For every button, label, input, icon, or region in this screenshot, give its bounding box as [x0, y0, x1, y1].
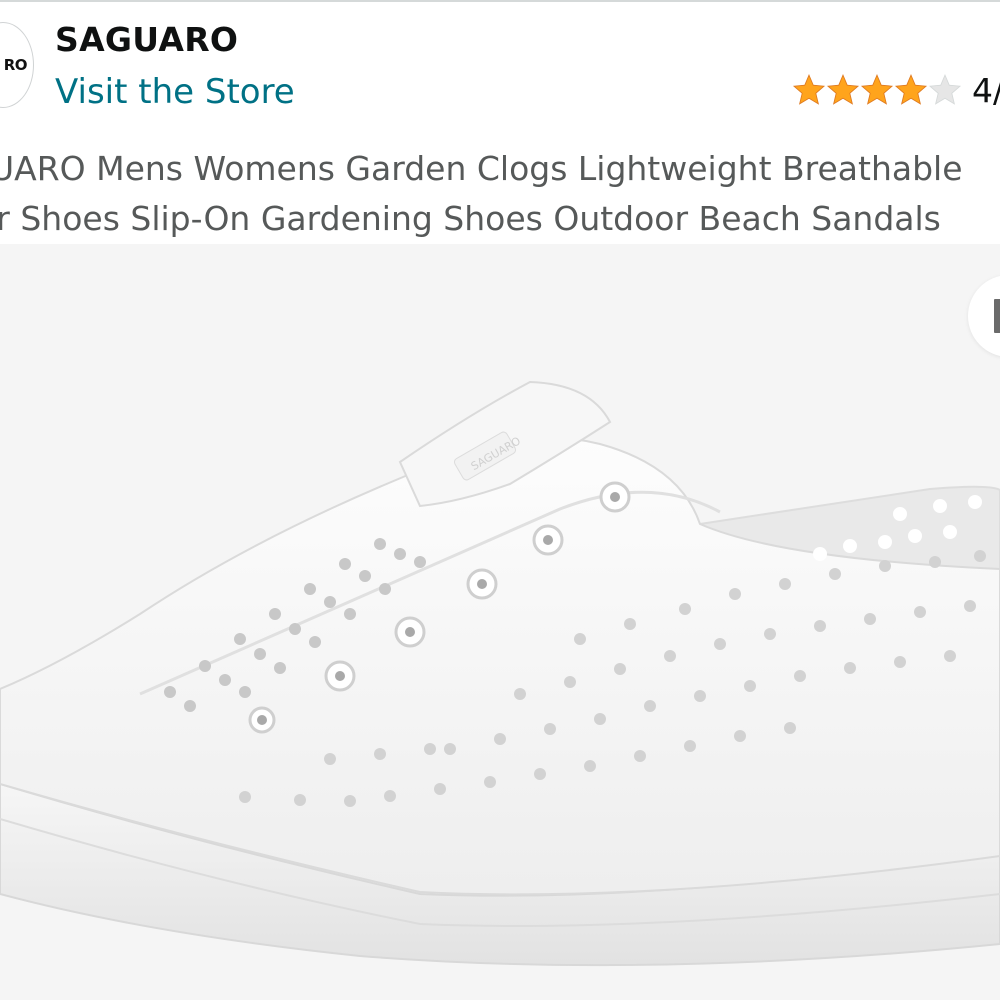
- brand-logo-text: RO: [3, 56, 28, 74]
- visit-store-link[interactable]: Visit the Store: [55, 72, 295, 112]
- product-page: RO SAGUARO Visit the Store 4/ UARO Mens …: [0, 0, 1000, 1000]
- top-divider: [0, 0, 1000, 2]
- star-icon: [894, 74, 928, 105]
- star-icon: [860, 74, 894, 105]
- star-icon: [826, 74, 860, 105]
- share-icon: [994, 299, 1000, 333]
- product-image-shoe[interactable]: SAGUARO: [0, 244, 1000, 1000]
- product-title-line2: er Shoes Slip-On Gardening Shoes Outdoor…: [0, 199, 941, 238]
- rating-value: 4/: [972, 70, 1000, 110]
- star-icon: [792, 74, 826, 105]
- rating-stars: [792, 73, 962, 107]
- product-title-line1: UARO Mens Womens Garden Clogs Lightweigh…: [0, 149, 963, 188]
- brand-logo[interactable]: RO: [0, 22, 34, 108]
- rating[interactable]: 4/: [792, 70, 1000, 110]
- brand-name: SAGUARO: [55, 20, 239, 59]
- product-title: UARO Mens Womens Garden Clogs Lightweigh…: [0, 144, 1000, 244]
- star-empty-icon: [928, 74, 962, 105]
